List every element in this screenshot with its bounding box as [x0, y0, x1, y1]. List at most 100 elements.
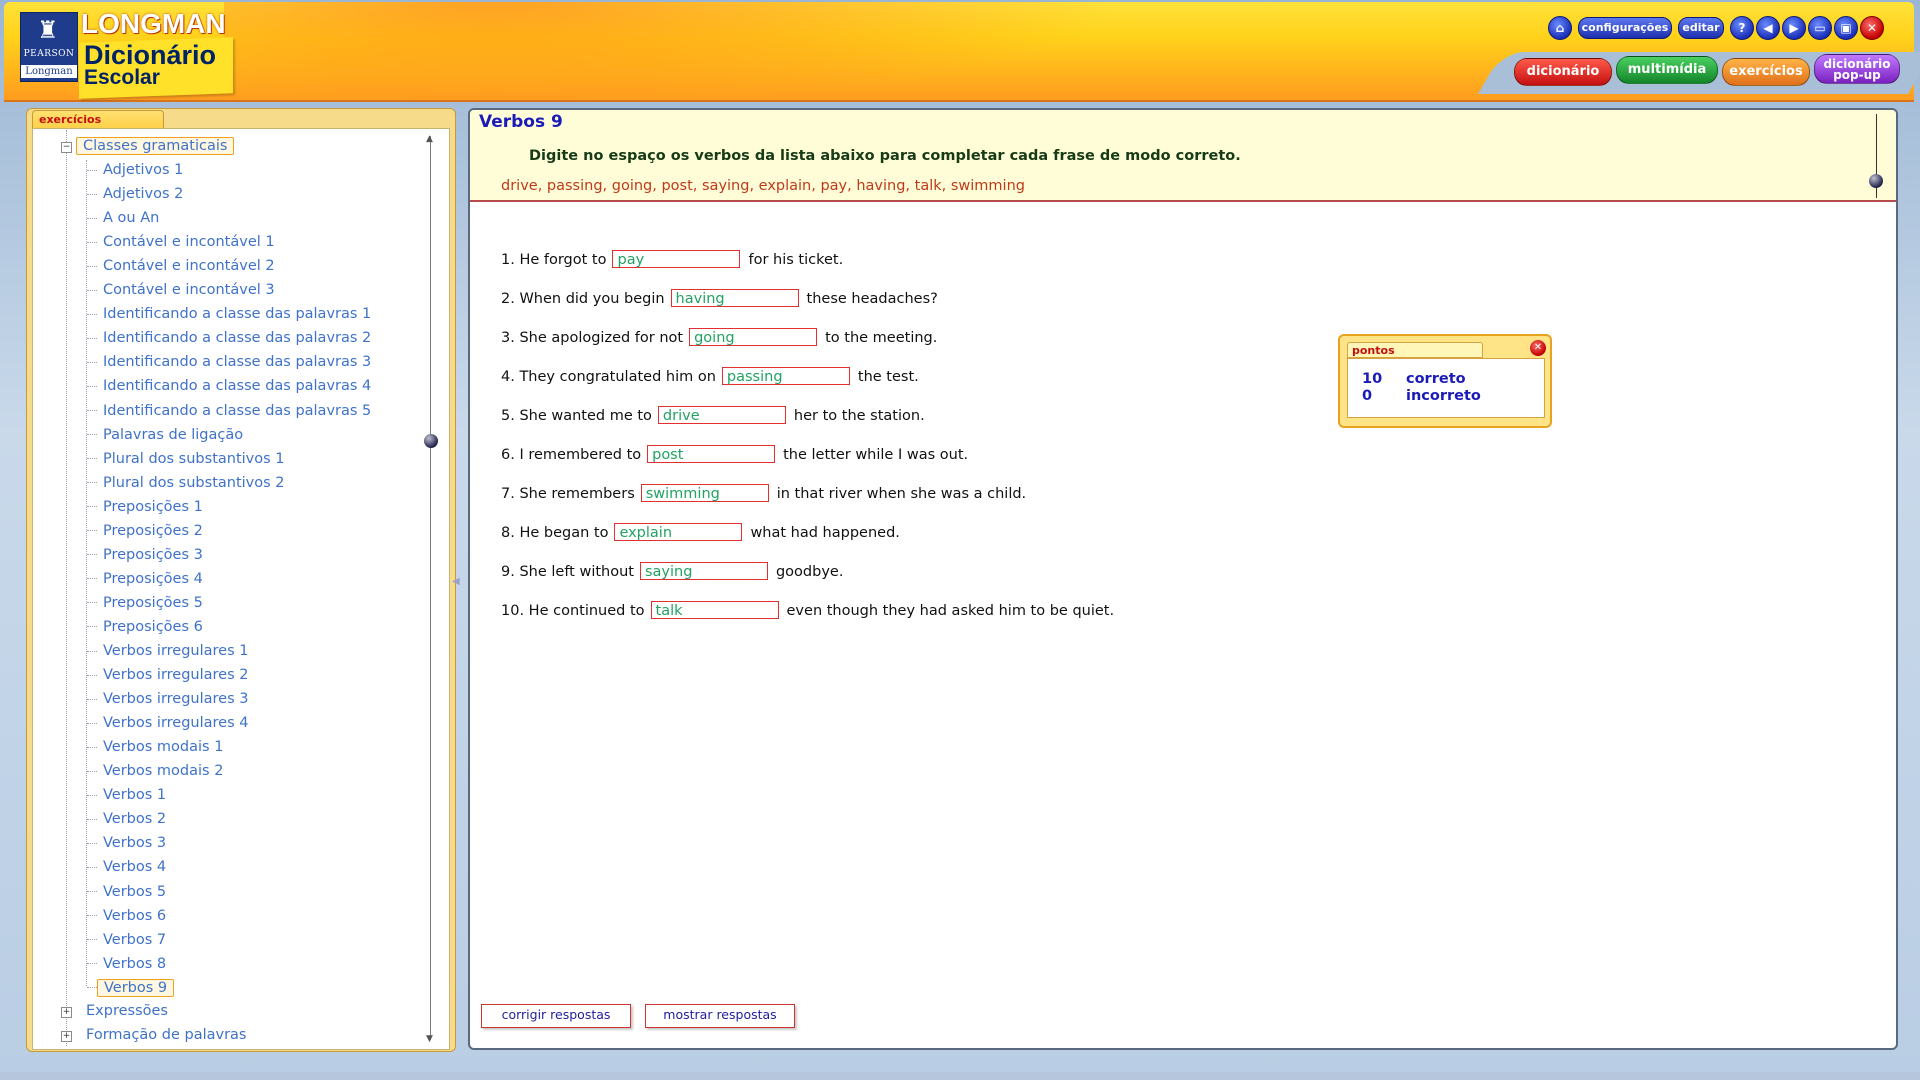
tree-connector	[87, 337, 97, 339]
tree-item-label: Preposições 2	[103, 522, 203, 539]
tree-scrollbar[interactable]	[430, 136, 431, 1040]
tree-item-label: Verbos irregulares 4	[103, 715, 249, 732]
tree-item[interactable]: Verbos 8	[87, 955, 166, 973]
tree-item[interactable]: Verbos 1	[87, 786, 166, 804]
check-answers-button[interactable]: corrigir respostas	[481, 1004, 631, 1028]
question-text-after: the test.	[857, 369, 919, 385]
tree-guide	[66, 130, 67, 1046]
tree-item[interactable]: Identificando a classe das palavras 1	[87, 305, 371, 323]
tree-item[interactable]: Verbos 7	[87, 931, 166, 949]
tree-item[interactable]: Verbos modais 2	[87, 762, 223, 780]
correct-label: correto	[1406, 371, 1466, 387]
answer-input[interactable]: drive	[657, 406, 786, 424]
tree-connector	[87, 891, 97, 892]
show-answers-button[interactable]: mostrar respostas	[645, 1004, 795, 1028]
tree-item[interactable]: Identificando a classe das palavras 2	[87, 329, 371, 347]
exercise-title: Verbos 9	[479, 112, 563, 132]
tree-item[interactable]: Palavras de ligação	[87, 426, 243, 444]
expand-icon[interactable]: +	[61, 1031, 72, 1042]
tree-item-label: Preposições 4	[103, 570, 203, 587]
answer-input[interactable]: pay	[612, 250, 741, 268]
tree-connector	[87, 674, 97, 676]
tree-item[interactable]: Plural dos substantivos 1	[87, 450, 285, 468]
tree-item[interactable]: Verbos 9	[87, 978, 175, 997]
tree-item-label: Preposições 5	[103, 594, 203, 611]
tree-item[interactable]: Verbos 6	[87, 907, 166, 925]
tab-multimidia[interactable]: multimídia	[1616, 56, 1718, 84]
tree-folder-formacao-de-palavras[interactable]: Formação de palavras	[86, 1026, 246, 1044]
answer-input[interactable]: explain	[614, 523, 743, 541]
settings-button[interactable]: configurações	[1578, 17, 1672, 39]
help-icon[interactable]: ?	[1730, 16, 1754, 40]
back-icon[interactable]: ◀	[1756, 16, 1780, 40]
tree-item[interactable]: Preposições 1	[87, 498, 203, 516]
question-text: 2. When did you begin	[501, 291, 665, 307]
tree-connector	[87, 482, 97, 484]
tree-item[interactable]: Verbos modais 1	[87, 738, 223, 756]
tree-item[interactable]: Preposições 3	[87, 546, 203, 564]
close-score-icon[interactable]: ✕	[1530, 340, 1546, 356]
tree-item[interactable]: Plural dos substantivos 2	[87, 474, 285, 492]
incorrect-label: incorreto	[1406, 388, 1481, 404]
tab-dicionario[interactable]: dicionário	[1514, 58, 1612, 86]
tree-item[interactable]: Verbos 2	[87, 810, 166, 828]
tab-dicionario-popup[interactable]: dicionário pop-up	[1814, 54, 1900, 84]
answer-input[interactable]: having	[670, 289, 799, 307]
tree-item[interactable]: A ou An	[87, 209, 159, 227]
tree-item[interactable]: Adjetivos 2	[87, 185, 183, 203]
tab-exercicios[interactable]: exercícios	[1722, 58, 1810, 86]
scroll-down-icon[interactable]: ▼	[426, 1034, 433, 1044]
expand-icon[interactable]: +	[61, 1007, 72, 1018]
tree-item[interactable]: Identificando a classe das palavras 3	[87, 353, 371, 371]
tree-item[interactable]: Contável e incontável 1	[87, 233, 275, 251]
answer-input[interactable]: passing	[721, 367, 850, 385]
tree-item[interactable]: Preposições 4	[87, 570, 203, 588]
tree-item[interactable]: Identificando a classe das palavras 5	[87, 402, 371, 420]
tree-item[interactable]: Verbos irregulares 3	[87, 690, 248, 708]
forward-icon[interactable]: ▶	[1782, 16, 1806, 40]
answer-input[interactable]: post	[647, 445, 776, 463]
tree-item-label: Identificando a classe das palavras 2	[103, 330, 372, 347]
close-icon[interactable]: ✕	[1860, 16, 1884, 40]
tree-item[interactable]: Preposições 2	[87, 522, 203, 540]
minimize-icon[interactable]: ▭	[1808, 16, 1832, 40]
tree-item[interactable]: Verbos 5	[87, 883, 166, 901]
home-icon[interactable]: ⌂	[1548, 16, 1572, 40]
tree-item[interactable]: Adjetivos 1	[87, 161, 183, 179]
tree-item[interactable]: Verbos irregulares 1	[87, 642, 248, 660]
answer-input[interactable]: going	[689, 328, 818, 346]
question-text: 3. She apologized for not	[501, 330, 684, 346]
tree-folder-expressoes[interactable]: Expressões	[86, 1002, 168, 1020]
tree-item[interactable]: Verbos 4	[87, 858, 166, 876]
edit-button[interactable]: editar	[1678, 17, 1724, 39]
tree-item[interactable]: Preposições 6	[87, 618, 203, 636]
tree-item-label: Verbos irregulares 3	[103, 691, 249, 708]
question-text: 8. He began to	[501, 525, 609, 541]
tree-item-label: Plural dos substantivos 1	[103, 450, 285, 467]
tree-item[interactable]: Verbos 3	[87, 834, 166, 852]
tree-item-label: Verbos 8	[103, 955, 167, 972]
tree-connector	[87, 554, 97, 556]
tree-item[interactable]: Preposições 5	[87, 594, 203, 612]
tree-item[interactable]: Identificando a classe das palavras 4	[87, 377, 371, 395]
tree-item[interactable]: Contável e incontável 2	[87, 257, 275, 275]
tree-connector	[87, 866, 97, 868]
app-window: ♜ PEARSON Longman LONGMAN Dicionário Esc…	[0, 0, 1920, 1080]
tree-item-label: Palavras de ligação	[103, 426, 244, 443]
tree-folder-classes-gramaticais[interactable]: Classes gramaticais	[76, 137, 235, 155]
answer-input[interactable]: talk	[650, 601, 779, 619]
question-text: 9. She left without	[501, 564, 634, 580]
header-scrollbar-thumb[interactable]	[1869, 174, 1883, 188]
collapse-icon[interactable]: −	[61, 142, 72, 153]
scroll-up-icon[interactable]: ▲	[426, 134, 433, 144]
tree-connector	[87, 963, 97, 965]
panel-splitter-icon[interactable]: ◀	[452, 576, 460, 587]
answer-input[interactable]: saying	[639, 562, 768, 580]
maximize-icon[interactable]: ▣	[1834, 16, 1858, 40]
answer-input[interactable]: swimming	[640, 484, 769, 502]
tree-item[interactable]: Verbos irregulares 2	[87, 666, 248, 684]
tree-item[interactable]: Verbos irregulares 4	[87, 714, 248, 732]
tree-item[interactable]: Contável e incontável 3	[87, 281, 275, 299]
tree-connector	[87, 434, 97, 436]
scrollbar-thumb[interactable]	[424, 434, 438, 448]
